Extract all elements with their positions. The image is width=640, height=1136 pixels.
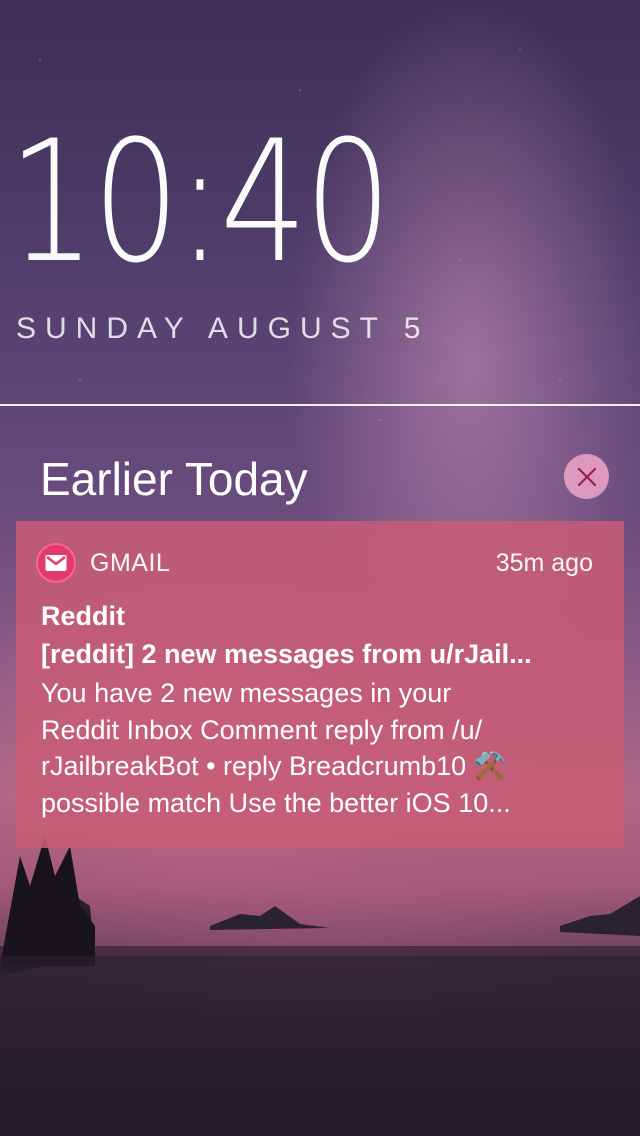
close-icon <box>577 467 596 486</box>
notification-body: You have 2 new messages in your Reddit I… <box>41 675 601 821</box>
lock-screen-date: SUNDAY AUGUST 5 <box>16 312 430 345</box>
notification-sender: Reddit <box>41 601 125 631</box>
notification-body-line: rJailbreakBot • reply Breadcrumb10 ⚒️ <box>41 751 508 781</box>
divider-line <box>0 404 640 406</box>
notifications-section-title: Earlier Today <box>40 453 308 505</box>
notification-body-line: Reddit Inbox Comment reply from /u/ <box>41 714 483 745</box>
clear-notifications-button[interactable] <box>564 454 609 499</box>
notification-body-line: possible match Use the better iOS 10... <box>41 787 511 818</box>
notification-time: 35m ago <box>495 549 593 577</box>
gmail-icon <box>36 543 76 583</box>
notification-body-line: You have 2 new messages in your <box>41 678 452 708</box>
notification-app-name: GMAIL <box>90 549 171 577</box>
notification-subject: [reddit] 2 new messages from u/rJail... <box>41 639 532 669</box>
lock-screen-clock: 10:40 <box>8 104 392 300</box>
gmail-notification-card[interactable]: GMAIL 35m ago Reddit [reddit] 2 new mess… <box>16 521 624 848</box>
